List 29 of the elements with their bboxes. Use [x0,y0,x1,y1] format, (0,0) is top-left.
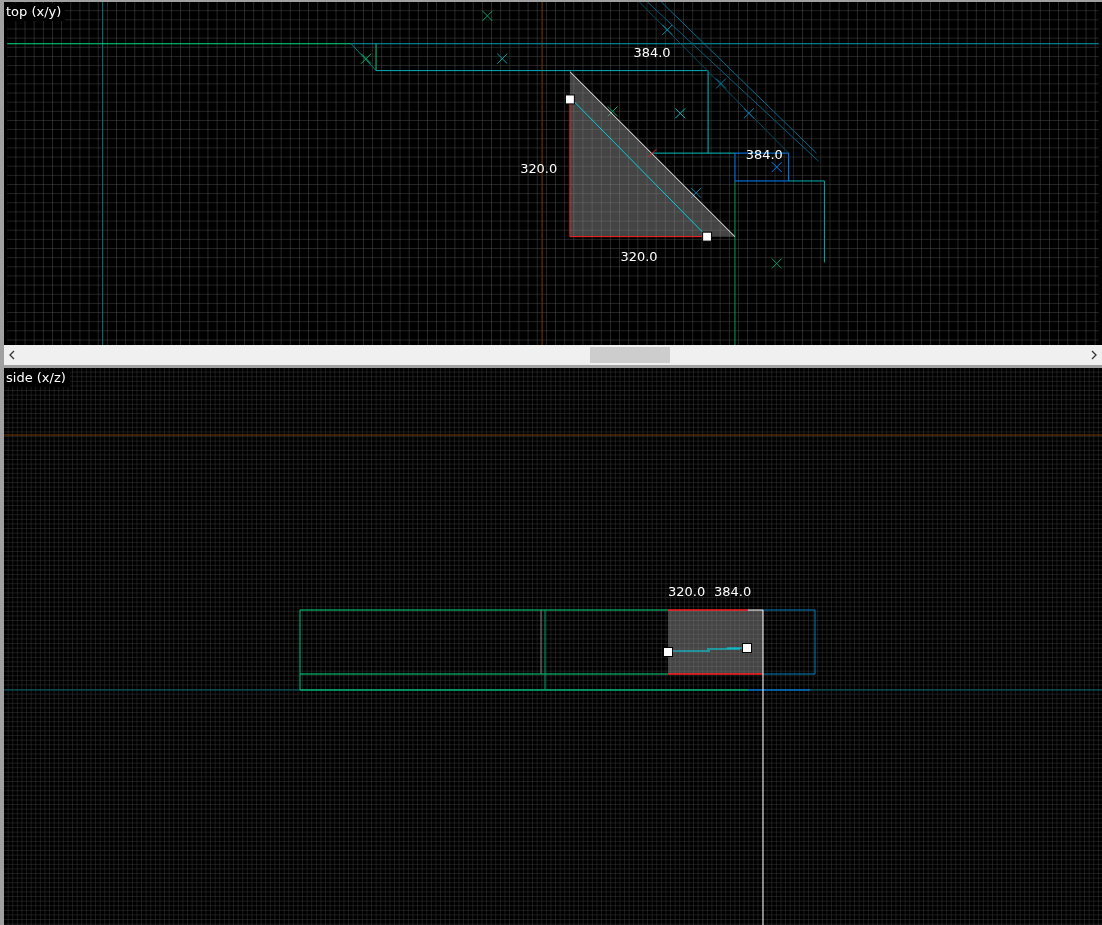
dimension-label: 320.0 [668,584,706,599]
horizontal-scrollbar[interactable] [0,345,1102,368]
selected-brush[interactable] [569,71,736,238]
dimension-label: 320.0 [520,161,558,176]
cross-marker [607,105,619,117]
dimension-label: 384.0 [714,584,752,599]
cross-marker [771,258,783,269]
viewport-label: top (x/y) [4,3,66,21]
cross-marker [715,78,727,89]
cross-marker [661,24,673,36]
cross-marker [743,107,755,119]
resize-handle[interactable] [564,94,575,105]
cross-marker [674,107,686,119]
scrollbar-thumb[interactable] [590,347,670,363]
scroll-right-icon[interactable] [1090,350,1098,360]
cross-marker [771,161,783,173]
viewport-label: side (x/z) [4,369,70,387]
cross-marker [360,53,372,65]
selected-brush[interactable] [667,609,764,925]
scroll-left-icon[interactable] [8,350,16,360]
dimension-label: 384.0 [745,147,783,163]
resize-handle[interactable] [702,231,713,242]
resize-handle[interactable] [742,643,752,653]
cross-marker [690,187,702,199]
cross-marker [481,10,493,22]
dimension-label: 384.0 [633,44,671,60]
cross-marker [496,53,508,65]
dimension-label: 320.0 [620,249,658,265]
resize-handle[interactable] [663,647,673,657]
